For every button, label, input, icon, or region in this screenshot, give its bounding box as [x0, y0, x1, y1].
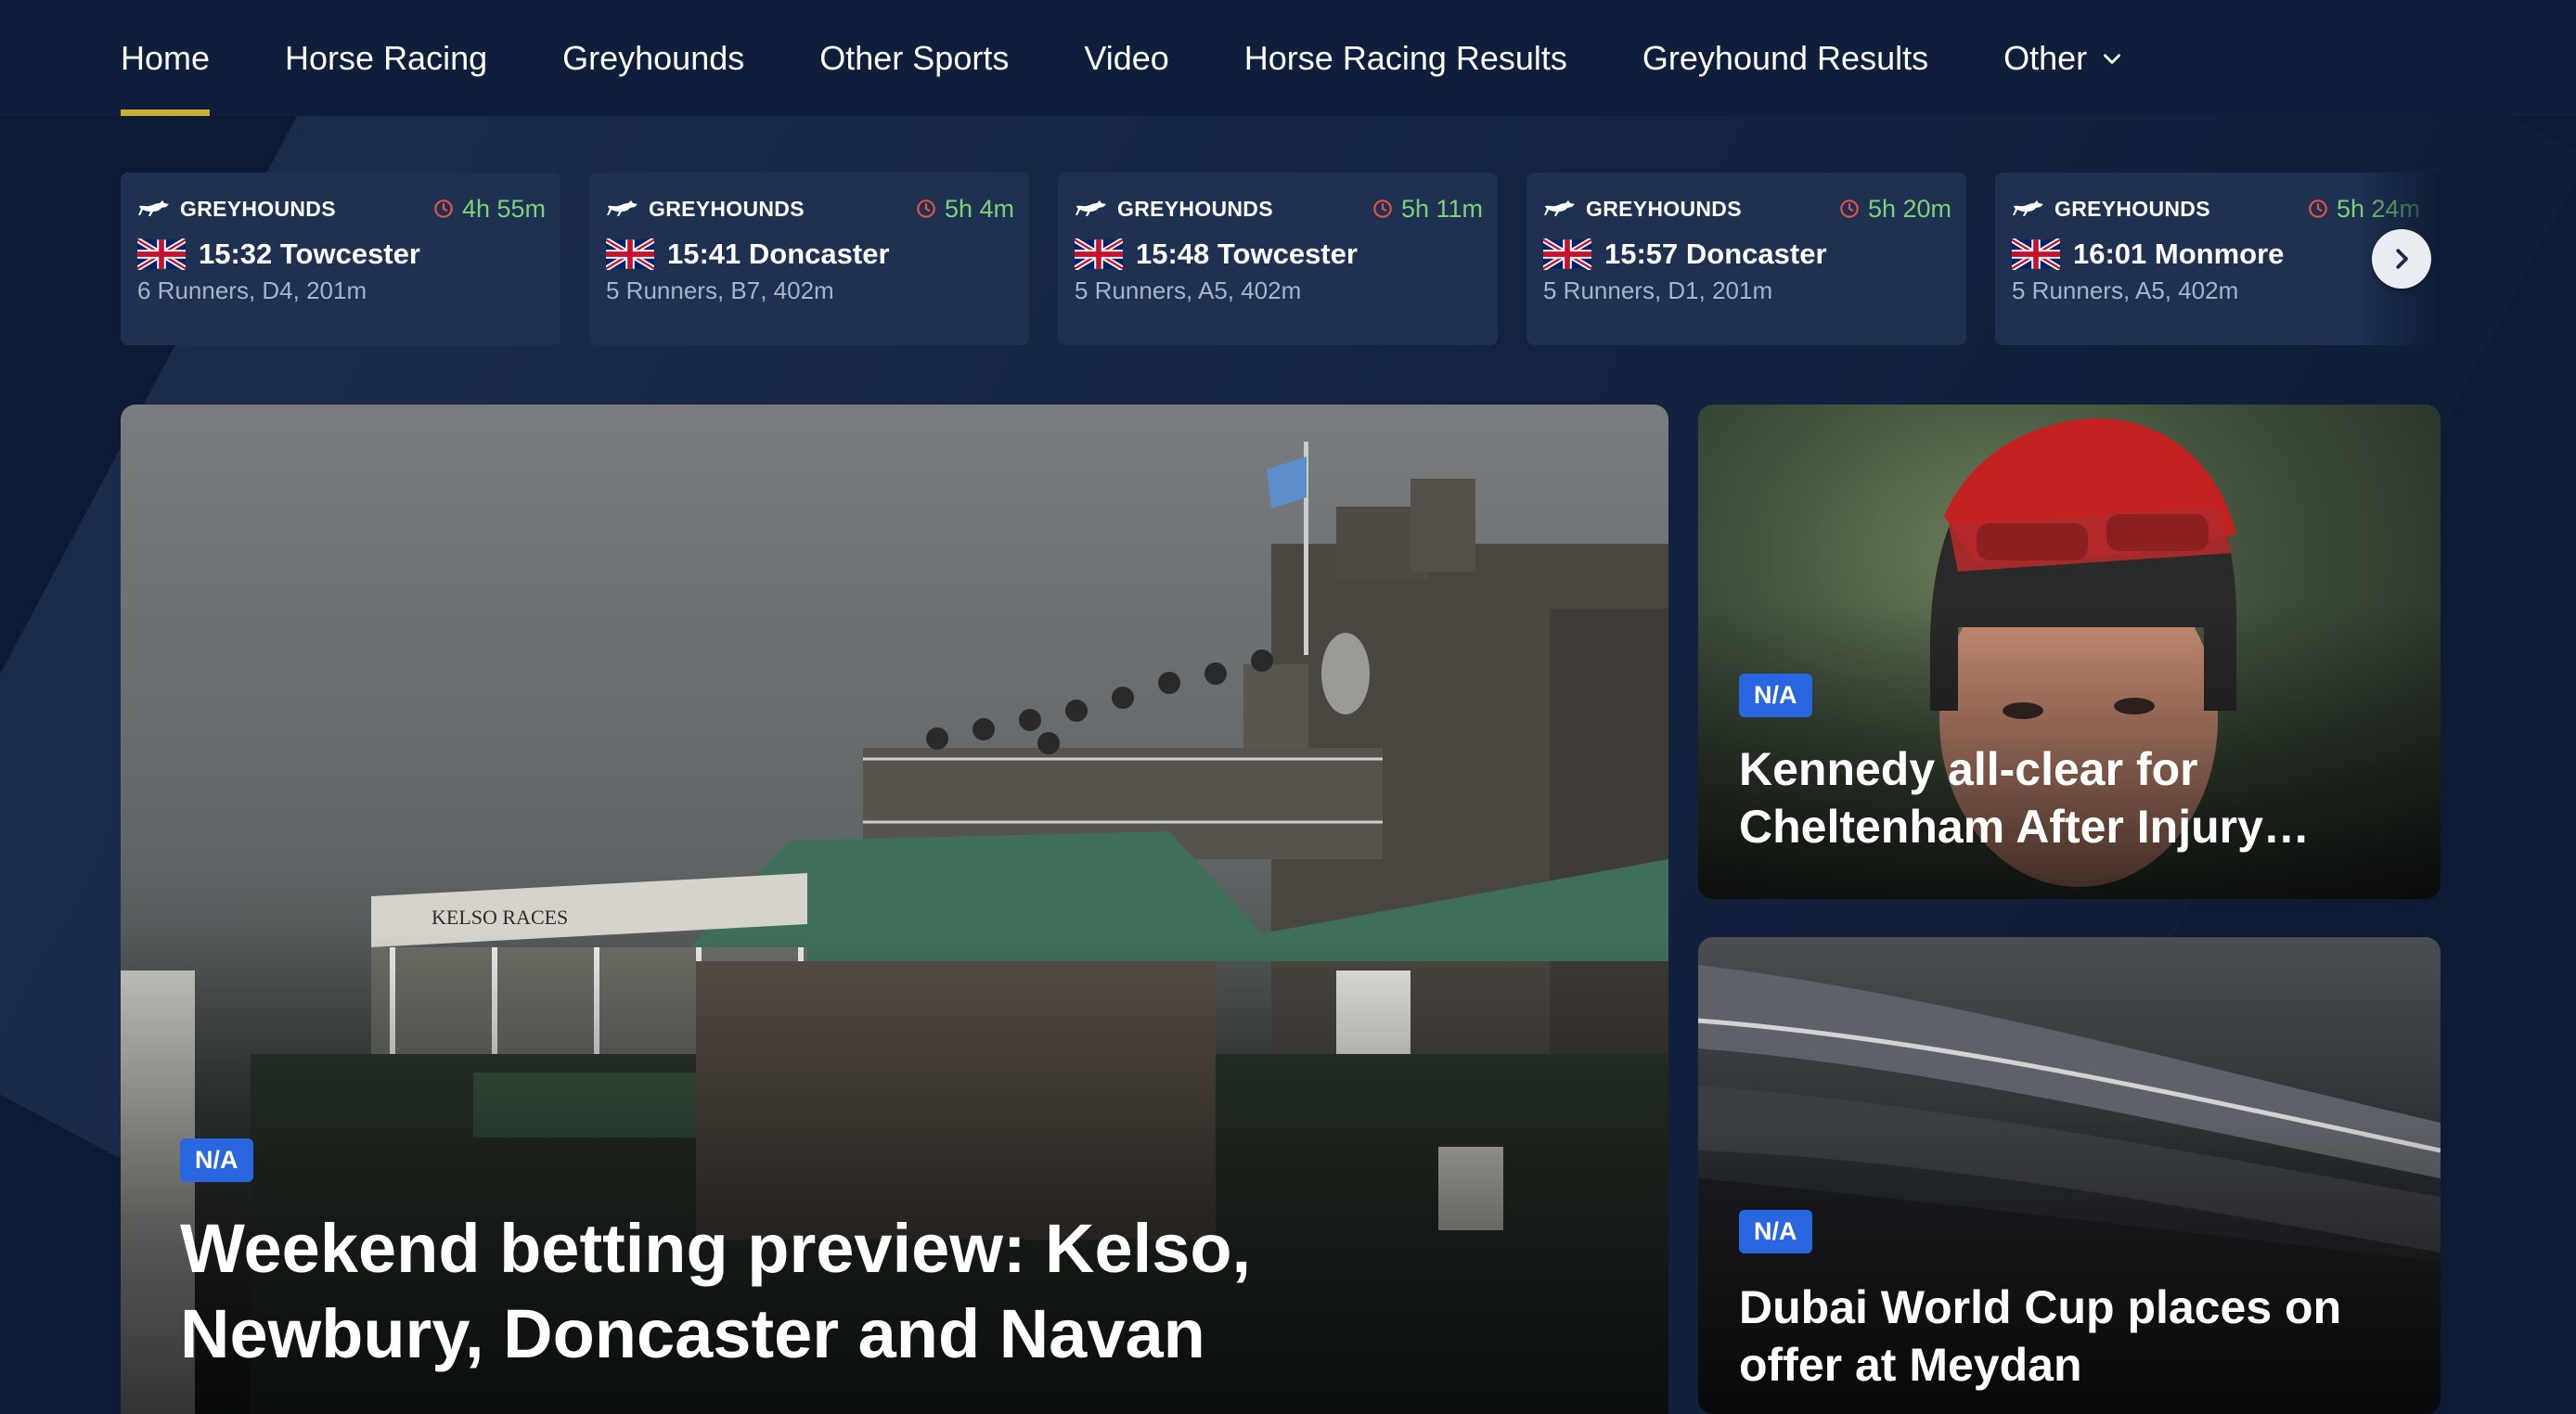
race-countdown: 5h 4m: [944, 194, 1014, 223]
race-title: 15:57 Doncaster: [1604, 238, 1827, 270]
category-badge: N/A: [1739, 1210, 1812, 1253]
race-card[interactable]: GREYHOUNDS 4h 55m 15:32 Towcester 6 Runn…: [121, 173, 560, 345]
nav-other-sports[interactable]: Other Sports: [819, 0, 1009, 116]
race-details: 6 Runners, D4, 201m: [137, 276, 367, 304]
greyhound-icon: [1075, 200, 1106, 216]
race-sport-label: GREYHOUNDS: [1117, 196, 1273, 221]
uk-flag-icon: [1075, 238, 1123, 270]
race-details: 5 Runners, B7, 402m: [606, 276, 834, 304]
chevron-down-icon: [2100, 46, 2124, 71]
clock-icon: [1373, 199, 1392, 218]
uk-flag-icon: [137, 238, 186, 270]
clock-icon: [2309, 199, 2327, 218]
article-card[interactable]: N/A Kennedy all-clear for Cheltenham Aft…: [1698, 405, 2441, 899]
main-nav: Home Horse Racing Greyhounds Other Sport…: [0, 0, 2576, 116]
featured-article[interactable]: KELSO RACES N/A Weekend betting preview:…: [121, 405, 1668, 1414]
nav-greyhounds[interactable]: Greyhounds: [562, 0, 744, 116]
article-title: Dubai World Cup places on offer at Meyda…: [1739, 1281, 2342, 1391]
race-sport-label: GREYHOUNDS: [180, 196, 336, 221]
chevron-right-icon: [2396, 249, 2408, 269]
race-details: 5 Runners, A5, 402m: [2012, 276, 2239, 304]
race-countdown: 5h 11m: [1400, 194, 1483, 223]
race-card[interactable]: GREYHOUNDS 5h 20m 15:57 Doncaster 5 Runn…: [1526, 173, 1966, 345]
uk-flag-icon: [1543, 238, 1591, 270]
nav-horse-racing[interactable]: Horse Racing: [285, 0, 487, 116]
nav-greyhound-results[interactable]: Greyhound Results: [1642, 0, 1928, 116]
race-sport-label: GREYHOUNDS: [649, 196, 805, 221]
race-title: 15:48 Towcester: [1136, 238, 1358, 270]
category-badge: N/A: [180, 1138, 253, 1182]
carousel-next-button[interactable]: [2372, 229, 2431, 289]
greyhound-icon: [2013, 200, 2043, 216]
race-details: 5 Runners, A5, 402m: [1075, 276, 1302, 304]
race-title: 16:01 Monmore: [2073, 238, 2285, 270]
clock-icon: [434, 199, 453, 218]
clock-icon: [917, 199, 935, 218]
race-sport-label: GREYHOUNDS: [1586, 196, 1742, 221]
article-card[interactable]: N/A Dubai World Cup places on offer at M…: [1698, 937, 2441, 1414]
greyhound-icon: [1544, 200, 1575, 216]
category-badge: N/A: [1739, 674, 1812, 717]
uk-flag-icon: [606, 238, 654, 270]
race-card[interactable]: GREYHOUNDS 5h 11m 15:48 Towcester 5 Runn…: [1058, 173, 1498, 345]
race-details: 5 Runners, D1, 201m: [1543, 276, 1773, 304]
clock-icon: [1840, 199, 1859, 218]
upcoming-races-carousel: GREYHOUNDS 4h 55m 15:32 Towcester 6 Runn…: [121, 173, 2441, 345]
race-countdown: 4h 55m: [461, 194, 546, 223]
nav-other-dropdown[interactable]: Other: [2003, 0, 2124, 116]
race-card[interactable]: GREYHOUNDS 5h 4m 15:41 Doncaster 5 Runne…: [589, 173, 1029, 345]
race-sport-label: GREYHOUNDS: [2054, 196, 2210, 221]
kelso-races-sign: KELSO RACES: [431, 906, 568, 929]
race-title: 15:41 Doncaster: [667, 238, 890, 270]
race-title: 15:32 Towcester: [199, 238, 420, 270]
nav-other-label: Other: [2003, 38, 2088, 77]
nav-video[interactable]: Video: [1084, 0, 1168, 116]
race-card[interactable]: GREYHOUNDS 5h 24m 16:01 Monmore 5 Runner…: [1995, 173, 2435, 345]
greyhound-icon: [607, 200, 638, 216]
race-countdown: 5h 24m: [2336, 194, 2420, 223]
nav-horse-racing-results[interactable]: Horse Racing Results: [1244, 0, 1567, 116]
uk-flag-icon: [2012, 238, 2060, 270]
race-countdown: 5h 20m: [1867, 194, 1951, 223]
nav-home[interactable]: Home: [121, 0, 211, 116]
article-title: Kennedy all-clear for Cheltenham After I…: [1739, 743, 2310, 853]
featured-article-title: Weekend betting preview: Kelso, Newbury,…: [180, 1210, 1252, 1372]
greyhound-icon: [138, 200, 169, 216]
